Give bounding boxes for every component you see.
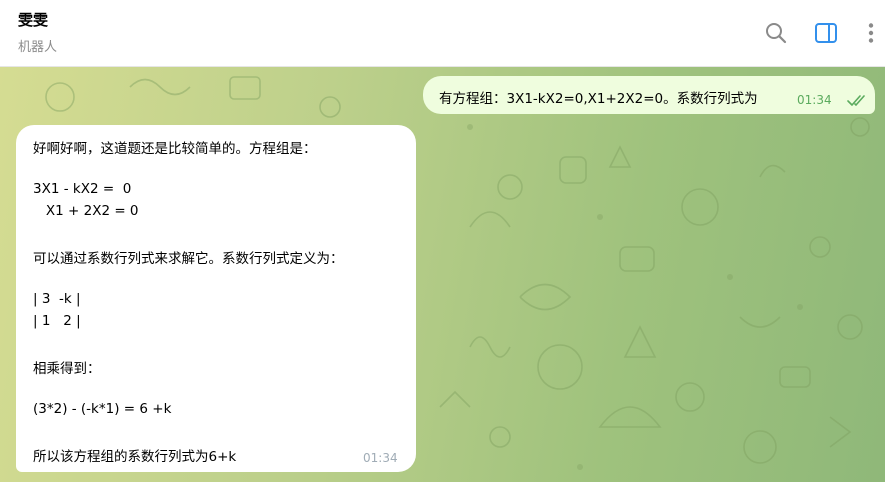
search-icon[interactable]	[762, 19, 790, 47]
outgoing-message-text: 有方程组：3X1-kX2=0,X1+2X2=0。系数行列式为	[439, 91, 758, 107]
message-line: 所以该方程组的系数行列式为6+k	[33, 449, 237, 465]
message-line: (3*2) - (-k*1) = 6 +k	[33, 401, 172, 417]
message-line: X1 + 2X2 = 0	[33, 203, 139, 219]
message-line: | 1 2 |	[33, 313, 81, 329]
chat-header: 雯雯 机器人	[0, 0, 885, 67]
message-line: 可以通过系数行列式来求解它。系数行列式定义为：	[33, 251, 344, 267]
chat-title[interactable]: 雯雯	[18, 9, 48, 30]
message-line: 好啊好啊，这道题还是比较简单的。方程组是：	[33, 141, 317, 157]
chat-subtitle: 机器人	[18, 40, 58, 55]
incoming-message-time: 01:34	[363, 451, 398, 465]
double-check-icon	[847, 92, 867, 111]
incoming-message[interactable]: 好啊好啊，这道题还是比较简单的。方程组是： 3X1 - kX2 = 0 X1 +…	[16, 125, 416, 472]
outgoing-message[interactable]: 有方程组：3X1-kX2=0,X1+2X2=0。系数行列式为 01:34	[423, 76, 875, 114]
message-line: 相乘得到：	[33, 361, 101, 377]
message-line: 3X1 - kX2 = 0	[33, 181, 132, 197]
outgoing-message-time: 01:34	[797, 93, 832, 107]
more-vertical-icon[interactable]	[857, 19, 885, 47]
chat-area[interactable]: 有方程组：3X1-kX2=0,X1+2X2=0。系数行列式为 01:34 好啊好…	[0, 67, 885, 482]
sidebar-toggle-icon[interactable]	[812, 19, 840, 47]
message-line: | 3 -k |	[33, 291, 81, 307]
